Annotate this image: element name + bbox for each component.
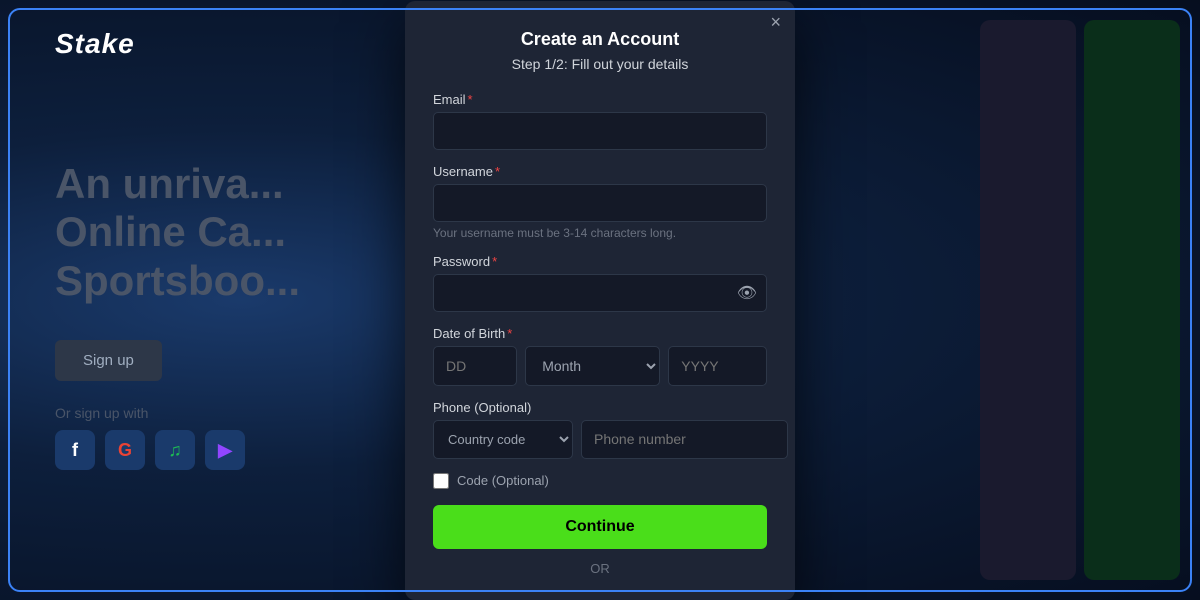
password-label: Password*	[433, 254, 767, 269]
password-input[interactable]	[433, 274, 767, 312]
or-divider: OR	[433, 561, 767, 576]
create-account-modal: × Create an Account Step 1/2: Fill out y…	[405, 1, 795, 600]
dob-year-input[interactable]	[668, 346, 767, 386]
code-label: Code (Optional)	[457, 473, 549, 488]
eye-icon[interactable]: 👁	[737, 283, 757, 303]
password-wrapper: 👁	[433, 274, 767, 312]
dob-group: Date of Birth* Month January February Ma…	[433, 326, 767, 386]
username-group: Username* Your username must be 3-14 cha…	[433, 164, 767, 240]
dob-month-select[interactable]: Month January February March April May J…	[525, 346, 660, 386]
phone-row: Country code +1 (US) +44 (UK) +61 (AU) +…	[433, 420, 767, 459]
country-code-select[interactable]: Country code +1 (US) +44 (UK) +61 (AU) +…	[433, 420, 573, 459]
phone-label: Phone (Optional)	[433, 400, 767, 415]
email-label: Email*	[433, 92, 767, 107]
phone-group: Phone (Optional) Country code +1 (US) +4…	[433, 400, 767, 459]
email-group: Email*	[433, 92, 767, 150]
code-row: Code (Optional)	[433, 473, 767, 489]
modal-step: Step 1/2: Fill out your details	[433, 56, 767, 72]
modal-overlay: × Create an Account Step 1/2: Fill out y…	[0, 0, 1200, 600]
dob-row: Month January February March April May J…	[433, 346, 767, 386]
modal-title: Create an Account	[433, 29, 767, 50]
dob-label: Date of Birth*	[433, 326, 767, 341]
modal-close-button[interactable]: ×	[770, 13, 781, 31]
password-group: Password* 👁	[433, 254, 767, 312]
continue-button[interactable]: Continue	[433, 505, 767, 549]
code-checkbox[interactable]	[433, 473, 449, 489]
username-hint: Your username must be 3-14 characters lo…	[433, 226, 767, 240]
username-input[interactable]	[433, 184, 767, 222]
email-input[interactable]	[433, 112, 767, 150]
username-label: Username*	[433, 164, 767, 179]
dob-day-input[interactable]	[433, 346, 517, 386]
phone-number-input[interactable]	[581, 420, 788, 459]
